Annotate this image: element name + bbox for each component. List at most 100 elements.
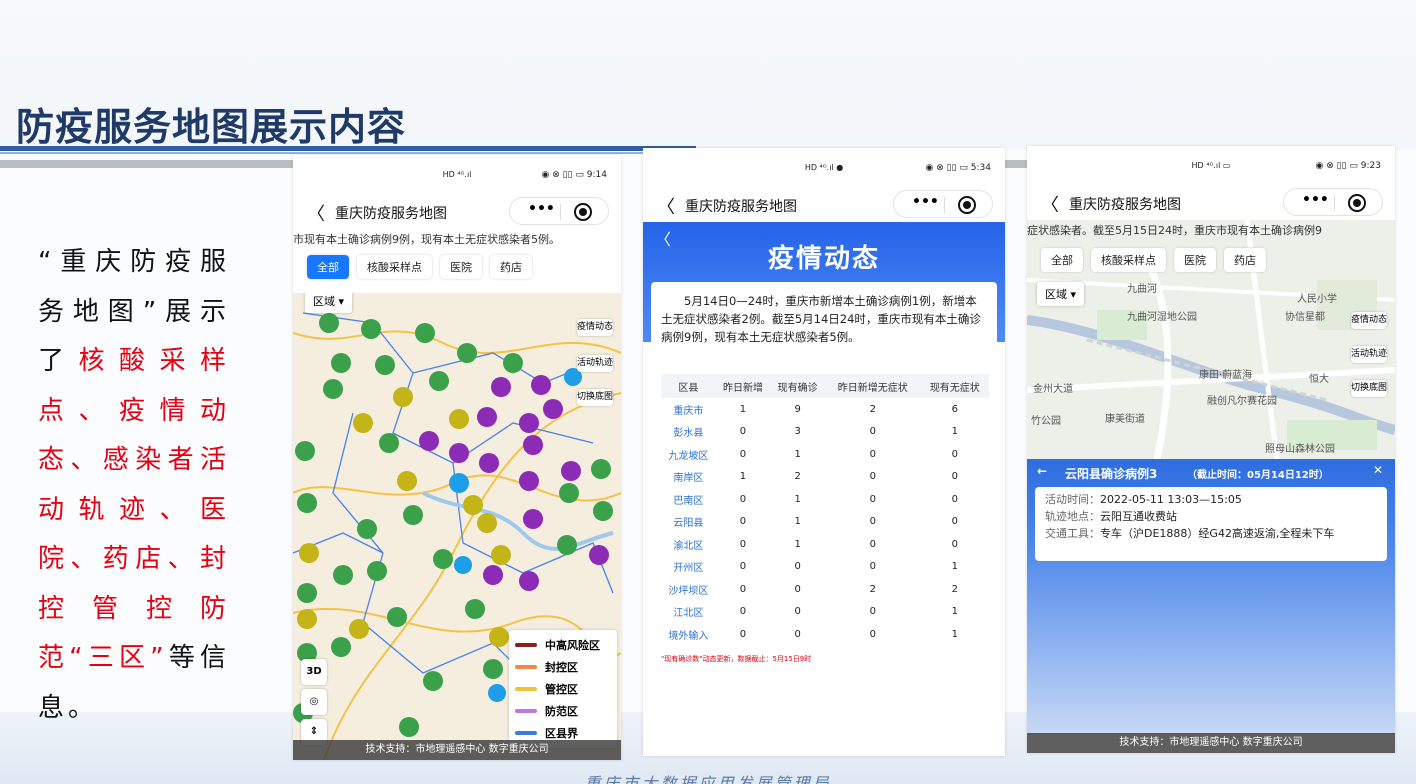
table-row: 开州区 0 0 0 1 xyxy=(661,556,989,579)
side-btn-epidemic[interactable]: 疫情动态 xyxy=(577,319,613,336)
mini-program-capsule[interactable]: ••• xyxy=(1283,188,1383,216)
value-cell: 0 xyxy=(739,516,747,528)
nav-bar: 〈 重庆防疫服务地图 ••• xyxy=(1027,186,1395,220)
map-label: 人民小学 xyxy=(1297,294,1337,305)
title-underline-thin xyxy=(0,152,696,154)
back-icon[interactable]: 〈 xyxy=(307,200,325,226)
desc-highlight: 核酸采样点、疫情动态、感染者活动轨迹、医院、药店、封控管控防范“三区” xyxy=(38,346,230,673)
value-cell: 1 xyxy=(739,471,747,483)
legend-item: 防范区 xyxy=(515,700,611,722)
tab-hospital[interactable]: 医院 xyxy=(440,255,482,279)
3d-toggle-button[interactable]: 3D xyxy=(301,659,327,685)
district-cell[interactable]: 开州区 xyxy=(661,556,716,579)
value-cell: 0 xyxy=(869,426,876,438)
map-label: 恒大 xyxy=(1309,374,1329,385)
phone-track-screenshot: HD ⁴ᴳ.ıl ▭ ◉ ⊗ ▯▯ ▭ 9:23 〈 重庆防疫服务地图 ••• … xyxy=(1027,146,1395,753)
nav-bar: 〈 重庆防疫服务地图 ••• xyxy=(643,188,1005,222)
table-row: 云阳县 0 1 0 0 xyxy=(661,511,989,534)
status-bar: HD ⁴ᴳ.ıl ● ◉ ⊗ ▯▯ ▭ 5:34 xyxy=(643,148,1005,188)
description-text: “重庆防疫服务地图”展示了核酸采样点、疫情动态、感染者活动轨迹、医院、药店、封控… xyxy=(38,238,230,733)
region-select[interactable]: 区域 ▾ xyxy=(1037,282,1085,306)
tab-pharmacy[interactable]: 药店 xyxy=(490,255,532,279)
map-label: 金州大道 xyxy=(1033,384,1073,395)
side-btn-epidemic[interactable]: 疫情动态 xyxy=(1351,312,1387,329)
table-row: 江北区 0 0 0 1 xyxy=(661,601,989,624)
page-title: 防疫服务地图展示内容 xyxy=(16,105,407,149)
close-target-icon[interactable] xyxy=(574,203,592,221)
district-cell[interactable]: 云阳县 xyxy=(661,511,716,534)
value-cell: 0 xyxy=(951,493,958,505)
region-select[interactable]: 区域 ▾ xyxy=(305,293,353,313)
side-btn-track[interactable]: 活动轨迹 xyxy=(577,355,613,372)
map-label: 康田·蔚蓝海 xyxy=(1199,370,1253,381)
back-icon[interactable]: 〈 xyxy=(1041,191,1059,217)
track-panel: ← 云阳县确诊病例3 （截止时间：05月14日12时） ✕ 活动时间：2022-… xyxy=(1027,459,1395,734)
value-cell: 1 xyxy=(794,538,801,550)
tab-sampling[interactable]: 核酸采样点 xyxy=(357,255,432,279)
track-back-icon[interactable]: ← xyxy=(1037,464,1047,478)
value-cell: 2 xyxy=(869,403,876,415)
mini-program-capsule[interactable]: ••• xyxy=(893,190,993,218)
banner-title: 疫情动态 xyxy=(767,244,880,274)
map-legend: 中高风险区 封控区 管控区 防范区 区县界 xyxy=(509,630,617,748)
district-cell[interactable]: 九龙坡区 xyxy=(661,443,716,466)
side-btn-track[interactable]: 活动轨迹 xyxy=(1351,346,1387,363)
value-cell: 0 xyxy=(951,448,958,460)
locate-icon[interactable]: ◎ xyxy=(301,689,327,715)
tab-all[interactable]: 全部 xyxy=(1041,248,1083,272)
legend-item: 中高风险区 xyxy=(515,634,611,656)
more-icon[interactable]: ••• xyxy=(528,201,555,217)
district-cell[interactable]: 沙坪坝区 xyxy=(661,578,716,601)
side-btn-basemap[interactable]: 切换底图 xyxy=(577,389,613,406)
tab-hospital[interactable]: 医院 xyxy=(1174,248,1216,272)
table-row: 九龙坡区 0 1 0 0 xyxy=(661,443,989,466)
side-btn-basemap[interactable]: 切换底图 xyxy=(1351,380,1387,397)
value-cell: 0 xyxy=(794,561,801,573)
close-target-icon[interactable] xyxy=(1348,194,1366,212)
legend-item: 管控区 xyxy=(515,678,611,700)
district-cell[interactable]: 巴南区 xyxy=(661,488,716,511)
value-cell: 0 xyxy=(794,628,801,640)
district-cell[interactable]: 重庆市 xyxy=(661,398,716,421)
status-right: ◉ ⊗ ▯▯ ▭ 9:14 xyxy=(541,170,607,180)
district-cell[interactable]: 渝北区 xyxy=(661,533,716,556)
close-icon[interactable]: ✕ xyxy=(1373,463,1383,477)
signal-icon: HD ⁴ᴳ.ıl xyxy=(442,170,472,179)
district-cell[interactable]: 南岸区 xyxy=(661,466,716,489)
value-cell: 0 xyxy=(869,628,876,640)
status-right: ◉ ⊗ ▯▯ ▭ 9:23 xyxy=(1315,161,1381,171)
value-cell: 0 xyxy=(739,426,747,438)
tab-all[interactable]: 全部 xyxy=(307,255,349,279)
tab-pharmacy[interactable]: 药店 xyxy=(1224,248,1266,272)
more-icon[interactable]: ••• xyxy=(912,194,939,210)
nav-title: 重庆防疫服务地图 xyxy=(335,206,447,222)
title-underline xyxy=(0,146,696,151)
col-district: 区县 xyxy=(661,374,716,398)
nav-title: 重庆防疫服务地图 xyxy=(1069,197,1181,213)
more-icon[interactable]: ••• xyxy=(1302,192,1329,208)
table-row: 渝北区 0 1 0 0 xyxy=(661,533,989,556)
map-label: 协信星都 xyxy=(1285,312,1325,323)
filter-tabs: 全部 核酸采样点 医院 药店 xyxy=(293,247,621,287)
district-cell[interactable]: 江北区 xyxy=(661,601,716,624)
map-label: 九曲河 xyxy=(1127,284,1157,295)
col-new-asym: 昨日新增无症状 xyxy=(824,374,921,398)
table-row: 巴南区 0 1 0 0 xyxy=(661,488,989,511)
filter-tabs: 全部 核酸采样点 医院 药店 xyxy=(1027,240,1280,280)
value-cell: 0 xyxy=(951,538,958,550)
table-row: 南岸区 1 2 0 0 xyxy=(661,466,989,489)
close-target-icon[interactable] xyxy=(958,196,976,214)
value-cell: 0 xyxy=(739,606,747,618)
epidemic-summary: 5月14日0—24时，重庆市新增本土确诊病例1例，新增本土无症状感染者2例。截至… xyxy=(661,294,981,344)
back-icon[interactable]: 〈 xyxy=(657,193,675,219)
tab-sampling[interactable]: 核酸采样点 xyxy=(1091,248,1166,272)
mini-program-capsule[interactable]: ••• xyxy=(509,197,609,225)
district-cell[interactable]: 境外输入 xyxy=(661,623,716,646)
map-label: 九曲河湿地公园 xyxy=(1127,312,1197,323)
district-cell[interactable]: 彭水县 xyxy=(661,421,716,444)
value-cell: 0 xyxy=(739,448,747,460)
value-cell: 0 xyxy=(869,471,876,483)
street-map[interactable]: 症状感染者。截至5月15日24时，重庆市现有本土确诊病例9 全部 核酸采样点 医… xyxy=(1027,220,1395,460)
value-cell: 1 xyxy=(951,561,958,573)
divider-mid xyxy=(1005,160,1029,168)
